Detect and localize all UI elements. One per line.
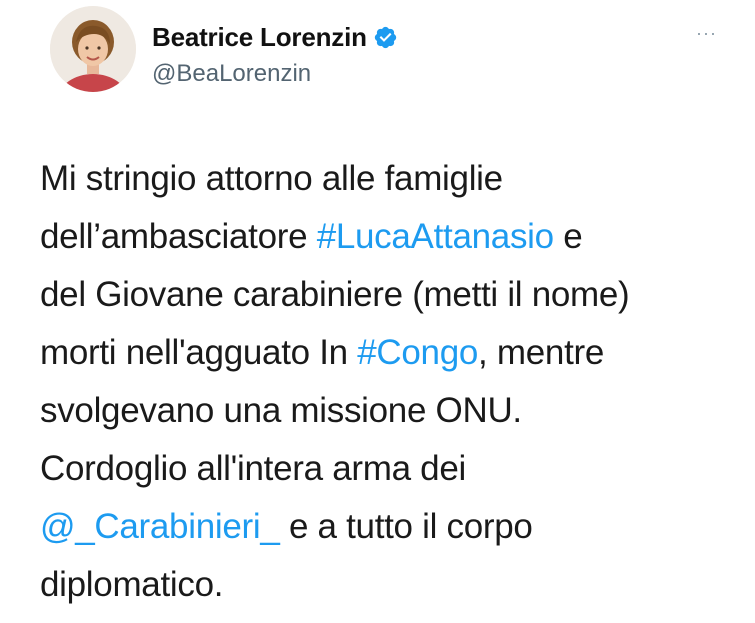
tweet-text-line: diplomatico. [40, 556, 740, 614]
tweet-text-line: del Giovane carabiniere (metti il nome) [40, 266, 740, 324]
tweet-card: Beatrice Lorenzin @BeaLorenzin ··· Mi st… [0, 0, 755, 623]
tweet-text-segment: morti nell'agguato In [40, 333, 358, 372]
verified-badge-icon [374, 26, 396, 49]
tweet-text-line: dell’ambasciatore #LucaAttanasio e [40, 208, 740, 266]
ellipsis-icon: ··· [696, 23, 717, 43]
tweet-text-line: morti nell'agguato In #Congo, mentre [40, 324, 740, 382]
tweet-text-segment: diplomatico. [40, 565, 224, 604]
hashtag-link[interactable]: #LucaAttanasio [317, 217, 554, 256]
tweet-text-segment: del Giovane carabiniere (metti il nome) [40, 275, 630, 314]
profile-photo-icon [50, 6, 136, 92]
tweet-text-segment: e [553, 217, 583, 256]
author-handle[interactable]: @BeaLorenzin [152, 60, 311, 88]
tweet-text-segment: dell’ambasciatore [40, 217, 317, 256]
author-name-row[interactable]: Beatrice Lorenzin [152, 22, 398, 53]
tweet-text-segment: Mi stringio attorno alle famiglie [40, 159, 503, 198]
tweet-text-line: Cordoglio all'intera arma dei [40, 440, 740, 498]
author-display-name[interactable]: Beatrice Lorenzin [152, 22, 367, 53]
tweet-text-segment: , mentre [478, 333, 605, 372]
author-avatar[interactable] [50, 6, 136, 92]
hashtag-link[interactable]: #Congo [357, 333, 478, 372]
tweet-text-segment: e a tutto il corpo [279, 507, 533, 546]
more-options-button[interactable]: ··· [696, 24, 717, 42]
tweet-text-line: svolgevano una missione ONU. [40, 382, 740, 440]
mention-link[interactable]: @_Carabinieri_ [40, 507, 280, 546]
tweet-text-line: Mi stringio attorno alle famiglie [40, 150, 740, 208]
tweet-text: Mi stringio attorno alle famiglie dell’am… [40, 150, 740, 614]
tweet-text-segment: Cordoglio all'intera arma dei [40, 449, 466, 488]
tweet-text-segment: svolgevano una missione ONU. [40, 391, 522, 430]
tweet-text-line: @_Carabinieri_ e a tutto il corpo [40, 498, 740, 556]
